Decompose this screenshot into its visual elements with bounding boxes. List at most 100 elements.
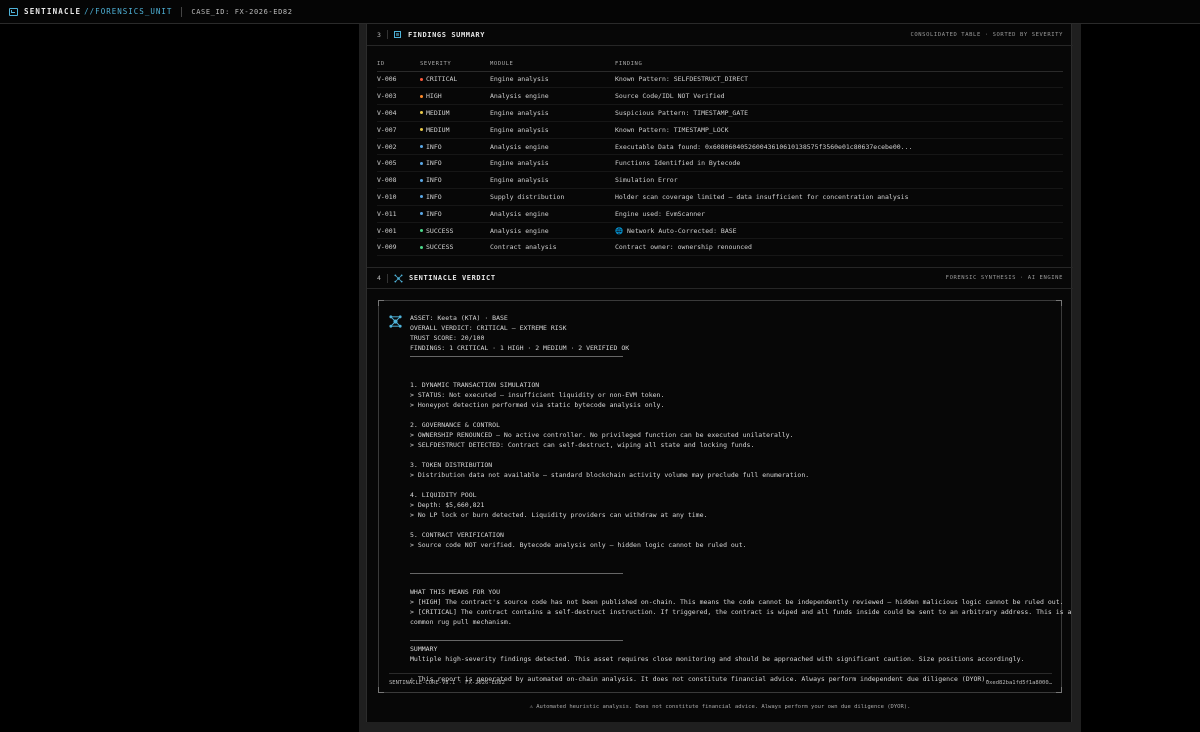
report-content: 3 FINDINGS SUMMARY CONSOLIDATED TABLE · …	[366, 24, 1073, 722]
finding-id: V-010	[377, 188, 420, 206]
network-icon	[394, 273, 403, 283]
table-row[interactable]: V-005 INFO Engine analysis Functions Identi…	[377, 154, 1063, 173]
finding-cell: Functions Identified in Bytecode	[615, 154, 1063, 173]
severity-dot	[420, 229, 423, 233]
module-cell: Contract analysis	[490, 238, 615, 257]
column-header: MODULE	[490, 57, 615, 72]
table-row[interactable]: V-009 SUCCESS Contract analysis Contract ow…	[377, 238, 1063, 257]
finding-cell: Simulation Error	[615, 171, 1063, 190]
report-line: > Depth: $5,660,821	[410, 501, 485, 509]
table-row[interactable]: V-008 INFO Engine analysis Simulation Error	[377, 171, 1063, 190]
case-id: CASE_ID: FX-2026-ED82	[191, 7, 293, 16]
severity-dot	[420, 161, 423, 165]
table-row[interactable]: V-006 CRITICAL Engine analysis Known Patter…	[377, 71, 1063, 89]
finding-id: V-008	[377, 171, 420, 190]
table-icon	[394, 31, 401, 38]
column-header: ID	[377, 57, 420, 72]
divider	[410, 640, 623, 641]
module-cell: Analysis engine	[490, 87, 615, 106]
terminal-icon	[9, 7, 18, 16]
report-line: > Honeypot detection performed via stati…	[410, 401, 665, 409]
report-section-title: 3. TOKEN DISTRIBUTION	[410, 461, 493, 469]
finding-cell: Known Pattern: SELFDESTRUCT_DIRECT	[615, 71, 1063, 89]
severity-label: INFO	[426, 209, 442, 218]
verdict-report: ASSET: Keeta (KTA) · BASE OVERALL VERDICT…	[378, 300, 1072, 693]
finding-cell: Executable Data found: 0x608060405260043…	[615, 138, 1063, 156]
frame-corner	[378, 300, 384, 306]
module-cell: Engine analysis	[490, 154, 615, 173]
severity-cell: HIGH	[420, 87, 490, 106]
finding-id: V-005	[377, 154, 420, 173]
finding-id: V-003	[377, 87, 420, 106]
severity-cell: INFO	[420, 205, 490, 223]
report-line: > [CRITICAL] The contract contains a sel…	[410, 608, 1072, 616]
module-cell: Engine analysis	[490, 171, 615, 190]
module-cell: Supply distribution	[490, 188, 615, 206]
table-row[interactable]: V-001 SUCCESS Analysis engine 🌐 Network Aut…	[377, 222, 1063, 240]
section-number: 4	[377, 274, 381, 282]
finding-id: V-004	[377, 104, 420, 122]
severity-cell: INFO	[420, 188, 490, 206]
report-section-title: 5. CONTRACT VERIFICATION	[410, 531, 504, 539]
finding-cell: 🌐 Network Auto-Corrected: BASE	[615, 222, 1063, 240]
severity-dot	[420, 77, 423, 81]
severity-dot	[420, 245, 423, 249]
section-title: FINDINGS SUMMARY	[408, 30, 486, 39]
table-row[interactable]: V-002 INFO Analysis engine Executable Data …	[377, 138, 1063, 156]
report-line: > Distribution data not available — stan…	[410, 471, 810, 479]
engine-version: SENTINACLE-CORE-V3.1 · FX-2026-ED82	[389, 680, 505, 686]
table-row[interactable]: V-007 MEDIUM Engine analysis Known Pattern:…	[377, 121, 1063, 139]
table-row[interactable]: V-010 INFO Supply distribution Holder scan …	[377, 188, 1063, 206]
severity-dot	[420, 94, 423, 98]
report-line: > [HIGH] The contract's source code has …	[410, 598, 1064, 606]
severity-label: INFO	[426, 192, 442, 201]
table-row[interactable]: V-004 MEDIUM Engine analysis Suspicious Pat…	[377, 104, 1063, 122]
frame-corner	[1056, 687, 1062, 693]
finding-cell: Contract owner: ownership renounced	[615, 238, 1063, 257]
severity-label: INFO	[426, 142, 442, 151]
verdict-text: ASSET: Keeta (KTA) · BASE OVERALL VERDICT…	[410, 313, 1072, 684]
section-title: SENTINACLE VERDICT	[409, 274, 496, 282]
finding-id: V-007	[377, 121, 420, 139]
severity-label: HIGH	[426, 92, 442, 101]
report-line: > No LP lock or burn detected. Liquidity…	[410, 511, 708, 519]
report-line: > SELFDESTRUCT DETECTED: Contract can se…	[410, 441, 755, 449]
finding-cell: Known Pattern: TIMESTAMP_LOCK	[615, 121, 1063, 139]
report-section-title: 1. DYNAMIC TRANSACTION SIMULATION	[410, 381, 540, 389]
verdict-header-line: OVERALL VERDICT: CRITICAL — EXTREME RISK	[410, 324, 567, 332]
report-panel[interactable]: 3 FINDINGS SUMMARY CONSOLIDATED TABLE · …	[359, 24, 1081, 732]
finding-cell: Source Code/IDL NOT Verified	[615, 87, 1063, 106]
table-row[interactable]: V-003 HIGH Analysis engine Source Code/IDL …	[377, 87, 1063, 106]
divider	[181, 6, 183, 17]
severity-dot	[420, 145, 423, 149]
verdict-header-line: FINDINGS: 1 CRITICAL · 1 HIGH · 2 MEDIUM…	[410, 344, 630, 352]
table-row[interactable]: V-011 INFO Analysis engine Engine used: Evm…	[377, 205, 1063, 223]
severity-dot	[420, 178, 423, 182]
findings-table: ID SEVERITY MODULE FINDING V-006 CRITICAL…	[377, 57, 1063, 257]
severity-cell: SUCCESS	[420, 222, 490, 240]
divider	[410, 573, 623, 574]
network-icon	[389, 315, 402, 328]
frame-corner	[378, 687, 384, 693]
module-cell: Analysis engine	[490, 222, 615, 240]
divider	[410, 356, 623, 357]
severity-cell: INFO	[420, 138, 490, 156]
report-section-title: 2. GOVERNANCE & CONTROL	[410, 421, 501, 429]
section-number: 3	[377, 30, 381, 39]
frame-corner	[1056, 300, 1062, 306]
severity-label: INFO	[426, 159, 442, 168]
finding-id: V-001	[377, 222, 420, 240]
module-cell: Analysis engine	[490, 205, 615, 223]
severity-label: CRITICAL	[426, 75, 458, 84]
finding-id: V-011	[377, 205, 420, 223]
finding-cell: Holder scan coverage limited — data insu…	[615, 188, 1063, 206]
finding-cell: Engine used: EvmScanner	[615, 205, 1063, 223]
section-subtitle: CONSOLIDATED TABLE · SORTED BY SEVERITY	[910, 31, 1063, 38]
verdict-section-header: 4 SENTINACLE VERDICT FORENSIC SYNTHESIS …	[367, 267, 1073, 289]
report-line: common rug pull mechanism.	[410, 618, 512, 626]
